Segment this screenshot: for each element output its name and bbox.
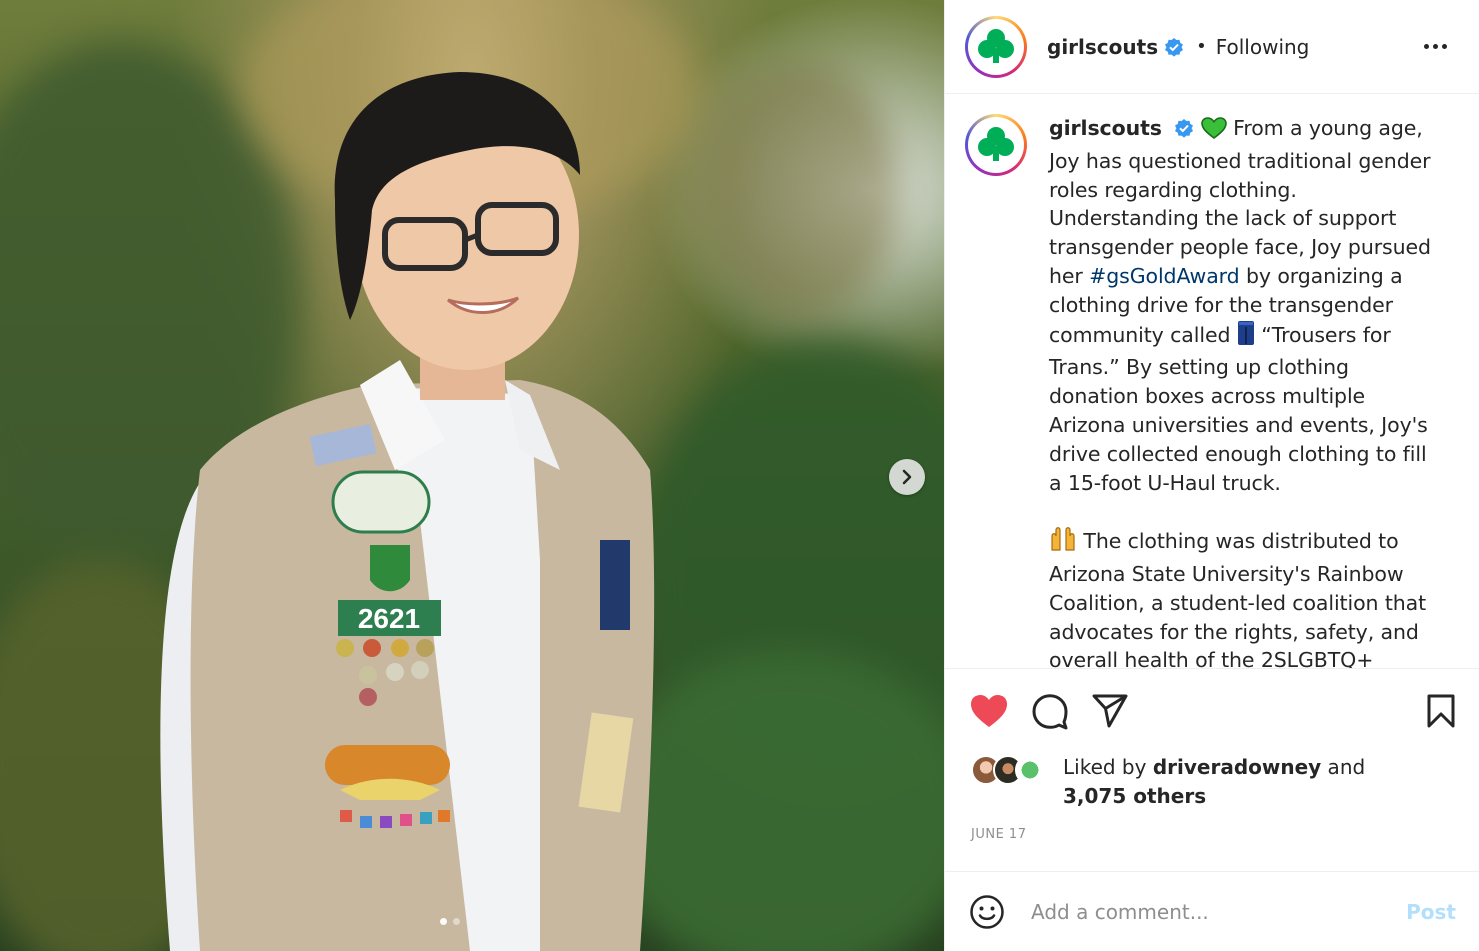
caption-paragraph-2: The clothing was distributed to Arizona … bbox=[1049, 526, 1439, 668]
post-username[interactable]: girlscouts bbox=[1047, 35, 1158, 59]
comment-bar: Post bbox=[945, 871, 1479, 951]
likes-suffix: and bbox=[1321, 755, 1366, 779]
more-options-icon[interactable] bbox=[1424, 44, 1447, 49]
hashtag-link[interactable]: #gsGoldAward bbox=[1089, 264, 1240, 288]
caption-username[interactable]: girlscouts bbox=[1049, 116, 1162, 140]
action-bar bbox=[945, 669, 1479, 753]
carousel-dot bbox=[453, 918, 460, 925]
verified-badge-icon bbox=[1164, 37, 1184, 57]
carousel-dot-active bbox=[440, 918, 447, 925]
avatar[interactable] bbox=[965, 15, 1027, 78]
likes-prefix: Liked by bbox=[1063, 755, 1153, 779]
likes-summary: Liked by driveradowney and 3,075 others bbox=[945, 753, 1479, 811]
caption-para2-text: The clothing was distributed to Arizona … bbox=[1049, 529, 1427, 668]
carousel-indicator bbox=[440, 918, 460, 925]
avatar[interactable] bbox=[1015, 755, 1045, 785]
likes-count[interactable]: 3,075 others bbox=[1063, 784, 1206, 808]
jeans-emoji-icon bbox=[1237, 320, 1255, 354]
green-heart-emoji-icon bbox=[1200, 117, 1227, 147]
heart-filled-icon[interactable] bbox=[969, 693, 1009, 729]
separator-dot: • bbox=[1196, 36, 1207, 57]
troop-number: 2621 bbox=[358, 603, 420, 634]
comment-input[interactable] bbox=[1031, 899, 1407, 924]
liker-avatars bbox=[971, 755, 1045, 785]
caption-avatar[interactable] bbox=[965, 114, 1027, 176]
post-comment-button[interactable]: Post bbox=[1406, 900, 1456, 924]
scout-portrait: 2621 bbox=[160, 72, 655, 951]
emoji-icon[interactable] bbox=[969, 894, 1005, 930]
verified-badge-icon bbox=[1174, 118, 1194, 138]
actions-section: Liked by driveradowney and 3,075 others … bbox=[945, 668, 1479, 842]
liker-username[interactable]: driveradowney bbox=[1153, 755, 1321, 779]
caption-section: girlscouts From a young age, Joy has que… bbox=[945, 94, 1479, 668]
post-sidebar: girlscouts • Following girlscouts From a… bbox=[944, 0, 1479, 951]
trefoil-logo-icon bbox=[978, 28, 1014, 63]
post-photo[interactable]: 2621 bbox=[0, 0, 944, 951]
chevron-right-icon bbox=[902, 469, 912, 485]
likes-text: Liked by driveradowney and 3,075 others bbox=[1063, 753, 1365, 811]
raised-hands-emoji-icon bbox=[1049, 526, 1077, 560]
caption-text: girlscouts From a young age, Joy has que… bbox=[1049, 114, 1439, 668]
bookmark-icon[interactable] bbox=[1426, 693, 1456, 729]
post-header: girlscouts • Following bbox=[945, 0, 1479, 94]
post-modal: 2621 girlscouts • Following girlscouts F… bbox=[0, 0, 1479, 951]
share-icon[interactable] bbox=[1091, 693, 1129, 729]
follow-button[interactable]: Following bbox=[1216, 35, 1310, 59]
comment-icon[interactable] bbox=[1031, 692, 1069, 730]
next-photo-button[interactable] bbox=[889, 459, 925, 495]
post-date[interactable]: JUNE 17 bbox=[945, 811, 1479, 842]
caption-part1: From a young age, Joy has questioned tra… bbox=[1049, 116, 1431, 288]
trefoil-logo-icon bbox=[978, 127, 1014, 161]
